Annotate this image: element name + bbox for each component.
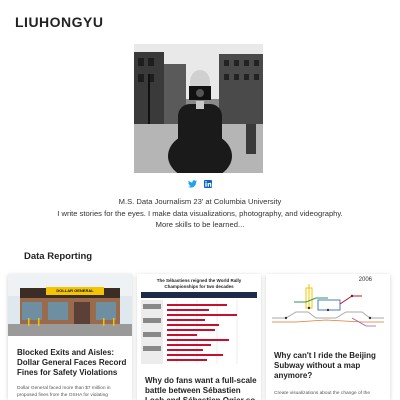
project-card[interactable]: 2006 Why can't I ride the Beijing Subway… bbox=[266, 274, 390, 400]
linkedin-icon[interactable] bbox=[203, 179, 212, 188]
bio-line: M.S. Data Journalism 23' at Columbia Uni… bbox=[118, 197, 282, 206]
twitter-icon[interactable] bbox=[188, 179, 197, 188]
section-heading-data-reporting: Data Reporting bbox=[24, 251, 93, 262]
project-excerpt: Dollar General faced more than $7 millio… bbox=[17, 386, 111, 398]
bio-line: More skills to be learned... bbox=[155, 220, 245, 229]
project-title[interactable]: Why can't I ride the Beijing Subway with… bbox=[274, 351, 386, 381]
social-links bbox=[0, 179, 400, 188]
project-card[interactable]: The Sébastiens reigned the World Rally C… bbox=[137, 274, 261, 400]
project-title[interactable]: Blocked Exits and Aisles: Dollar General… bbox=[17, 348, 127, 378]
project-thumbnail[interactable]: DOLLAR GENERAL bbox=[8, 274, 132, 336]
project-excerpt: Create visualizations about the change o… bbox=[274, 391, 371, 396]
project-thumbnail[interactable]: The Sébastiens reigned the World Rally C… bbox=[137, 274, 261, 366]
project-card[interactable]: DOLLAR GENERAL Blocked Exits and Aisles:… bbox=[8, 274, 132, 400]
profile-photo bbox=[134, 44, 263, 173]
site-title[interactable]: LIUHONGYU bbox=[15, 14, 104, 30]
bio: M.S. Data Journalism 23' at Columbia Uni… bbox=[0, 196, 400, 231]
project-title[interactable]: Why do fans want a full-scale battle bet… bbox=[145, 376, 257, 400]
bio-line: I write stories for the eyes. I make dat… bbox=[57, 208, 343, 218]
store-sign-text: DOLLAR GENERAL bbox=[56, 288, 94, 293]
project-thumbnail[interactable]: 2006 bbox=[266, 274, 390, 342]
